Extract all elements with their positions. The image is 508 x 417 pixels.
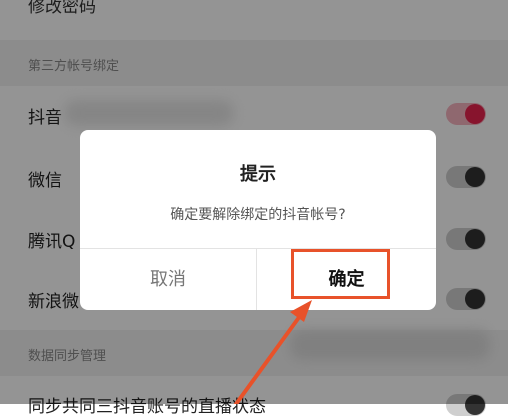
- annotation-arrow-icon: [234, 300, 312, 404]
